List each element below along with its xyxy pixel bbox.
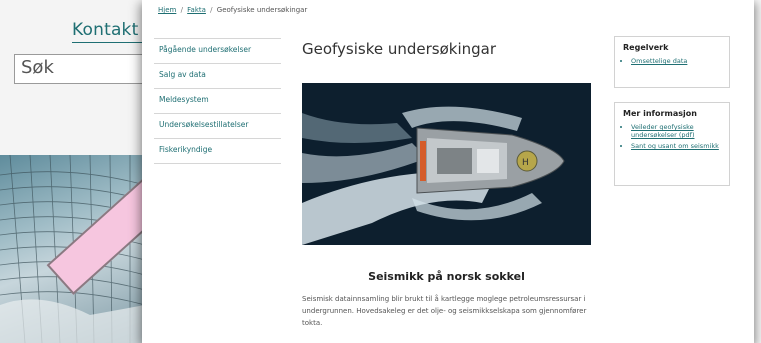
breadcrumb-facts-link[interactable]: Fakta: [187, 6, 206, 14]
regelverk-heading: Regelverk: [623, 43, 669, 52]
sidebar-item-undersokelsestillatelser[interactable]: Undersøkelsestillatelser: [154, 114, 281, 139]
section-title: Seismikk på norsk sokkel: [368, 270, 525, 283]
svg-text:H: H: [522, 158, 529, 168]
regelverk-box: Regelverk Omsettelige data: [614, 36, 730, 88]
breadcrumb-separator: /: [210, 6, 213, 14]
mer-informasjon-box: Mer informasjon Veileder geofysiske unde…: [614, 102, 730, 186]
side-navigation: Pågående undersøkelser Salg av data Meld…: [154, 38, 281, 164]
breadcrumb: Hjem / Fakta / Geofysiske undersøkingar: [158, 6, 307, 14]
breadcrumb-home-link[interactable]: Hjem: [158, 6, 176, 14]
veileder-pdf-link[interactable]: Veileder geofysiske undersøkelser (pdf): [631, 123, 721, 139]
mer-informasjon-heading: Mer informasjon: [623, 109, 697, 118]
search-input[interactable]: Søk: [14, 54, 144, 84]
omsettelige-data-link[interactable]: Omsettelige data: [631, 57, 721, 65]
page-title: Geofysiske undersøkingar: [302, 40, 497, 58]
body-paragraph: Seismisk datainnsamling blir brukt til å…: [302, 295, 587, 327]
page-window: Hjem / Fakta / Geofysiske undersøkingar …: [142, 0, 754, 343]
sidebar-item-pagaende[interactable]: Pågående undersøkelser: [154, 38, 281, 64]
hero-image-seismic-vessel: H: [302, 83, 591, 245]
sidebar-item-fiskerikyndige[interactable]: Fiskerikyndige: [154, 139, 281, 164]
breadcrumb-current: Geofysiske undersøkingar: [216, 6, 308, 14]
breadcrumb-separator: /: [180, 6, 183, 14]
sant-og-usant-link[interactable]: Sant og usant om seismikk: [631, 142, 721, 150]
sidebar-item-meldesystem[interactable]: Meldesystem: [154, 89, 281, 114]
sidebar-item-salg-av-data[interactable]: Salg av data: [154, 64, 281, 89]
